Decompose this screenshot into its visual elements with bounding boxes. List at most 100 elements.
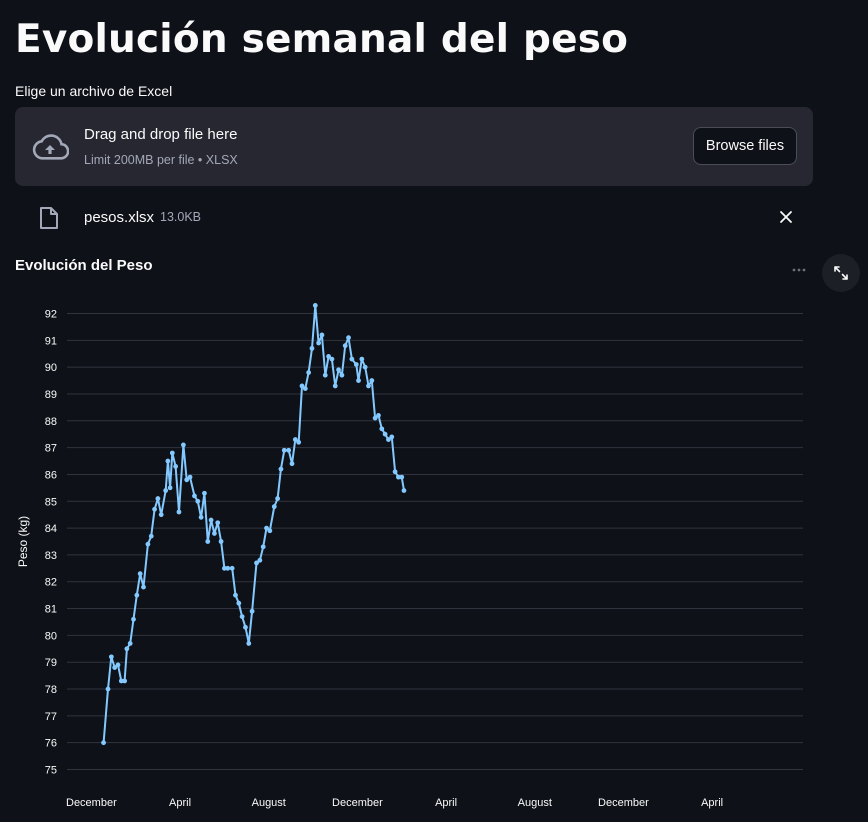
- x-tick-label: August: [518, 797, 552, 809]
- data-point: [173, 463, 179, 469]
- data-point: [148, 533, 154, 539]
- data-point: [281, 447, 287, 453]
- data-point: [306, 370, 312, 375]
- uploaded-file-row: pesos.xlsx 13.0KB: [15, 198, 813, 238]
- y-tick-label: 87: [45, 443, 57, 455]
- y-tick-label: 89: [45, 389, 57, 401]
- close-icon[interactable]: [779, 210, 793, 224]
- browse-files-button[interactable]: Browse files: [693, 127, 797, 165]
- y-tick-label: 78: [45, 684, 57, 696]
- data-point: [249, 608, 255, 614]
- data-point: [322, 372, 328, 378]
- data-point: [101, 740, 106, 746]
- data-point: [243, 624, 248, 630]
- data-point: [246, 641, 252, 646]
- data-point: [257, 557, 263, 563]
- y-tick-label: 76: [45, 738, 57, 750]
- y-tick-label: 75: [45, 765, 57, 777]
- data-point: [319, 332, 325, 338]
- data-point: [152, 506, 157, 512]
- data-point: [332, 383, 338, 389]
- y-tick-label: 77: [45, 711, 57, 723]
- data-point: [198, 514, 204, 520]
- data-point: [267, 528, 273, 534]
- data-point: [134, 592, 140, 598]
- weight-line-chart: 75 76 77 78 79 80 81 82 83 84 85 86 87 88 89 90 91 92 Dece…: [16, 303, 803, 809]
- data-point: [108, 654, 114, 660]
- data-point: [278, 466, 284, 472]
- dropzone-instructions: Drag and drop file here: [84, 126, 238, 143]
- x-tick-label: December: [66, 797, 117, 809]
- data-point: [169, 450, 175, 456]
- data-point: [145, 541, 151, 547]
- y-tick-label: 79: [45, 657, 57, 669]
- data-point: [289, 461, 295, 467]
- data-point: [271, 504, 277, 510]
- data-point: [379, 426, 385, 432]
- file-uploader-label: Elige un archivo de Excel: [15, 83, 173, 99]
- data-point: [195, 498, 201, 504]
- data-point: [225, 565, 231, 571]
- data-point: [302, 386, 308, 392]
- x-tick-label: December: [598, 797, 649, 809]
- y-tick-label: 85: [45, 496, 57, 508]
- cloud-upload-icon: [32, 134, 69, 160]
- data-point: [346, 335, 351, 341]
- data-point: [167, 485, 173, 491]
- data-point: [369, 378, 375, 383]
- data-point: [202, 490, 207, 496]
- data-point: [155, 496, 161, 501]
- x-tick-label: August: [252, 797, 286, 809]
- data-point: [286, 447, 292, 453]
- dropzone-limit-text: Limit 200MB per file • XLSX: [84, 153, 238, 167]
- x-tick-label: April: [435, 797, 457, 809]
- data-point: [141, 584, 146, 590]
- y-tick-label: 83: [45, 550, 57, 562]
- data-point: [342, 343, 348, 349]
- y-tick-label: 92: [45, 309, 57, 321]
- data-point: [105, 686, 111, 692]
- data-point: [218, 539, 224, 544]
- y-tick-label: 91: [45, 335, 57, 347]
- data-point: [399, 474, 405, 480]
- data-point: [124, 646, 130, 652]
- data-point: [366, 383, 371, 389]
- data-point: [336, 367, 341, 373]
- expand-icon: [834, 266, 848, 280]
- data-point: [359, 356, 365, 362]
- data-point: [389, 434, 395, 440]
- data-point: [316, 340, 322, 346]
- file-icon: [40, 207, 58, 229]
- data-point: [362, 364, 368, 370]
- data-point: [158, 512, 164, 518]
- data-point: [339, 372, 345, 378]
- y-tick-label: 84: [45, 523, 57, 535]
- uploaded-file-size: 13.0KB: [160, 210, 202, 224]
- data-point: [309, 345, 315, 351]
- x-tick-label: April: [701, 797, 723, 809]
- x-tick-label: December: [332, 797, 383, 809]
- data-point: [233, 592, 238, 598]
- y-axis-label: Peso (kg): [16, 516, 30, 567]
- y-tick-label: 81: [45, 604, 57, 616]
- data-point: [353, 362, 359, 367]
- y-tick-label: 80: [45, 630, 57, 642]
- chart-title: Evolución del Peso: [15, 257, 153, 274]
- y-tick-label: 86: [45, 469, 57, 481]
- y-tick-label: 90: [45, 362, 57, 374]
- y-tick-label: 88: [45, 416, 57, 428]
- data-point: [180, 442, 186, 448]
- data-point: [165, 458, 171, 464]
- data-point: [208, 517, 214, 523]
- data-point: [260, 544, 266, 550]
- page-title: Evolución semanal del peso: [15, 17, 629, 62]
- data-point: [236, 600, 242, 606]
- data-point: [137, 571, 143, 577]
- data-point: [115, 662, 121, 668]
- data-point: [187, 474, 193, 480]
- data-point: [275, 496, 281, 501]
- data-point: [356, 378, 361, 383]
- more-options-icon[interactable]: [790, 263, 808, 277]
- file-dropzone[interactable]: Drag and drop file here Limit 200MB per …: [15, 107, 813, 186]
- data-point: [205, 539, 211, 544]
